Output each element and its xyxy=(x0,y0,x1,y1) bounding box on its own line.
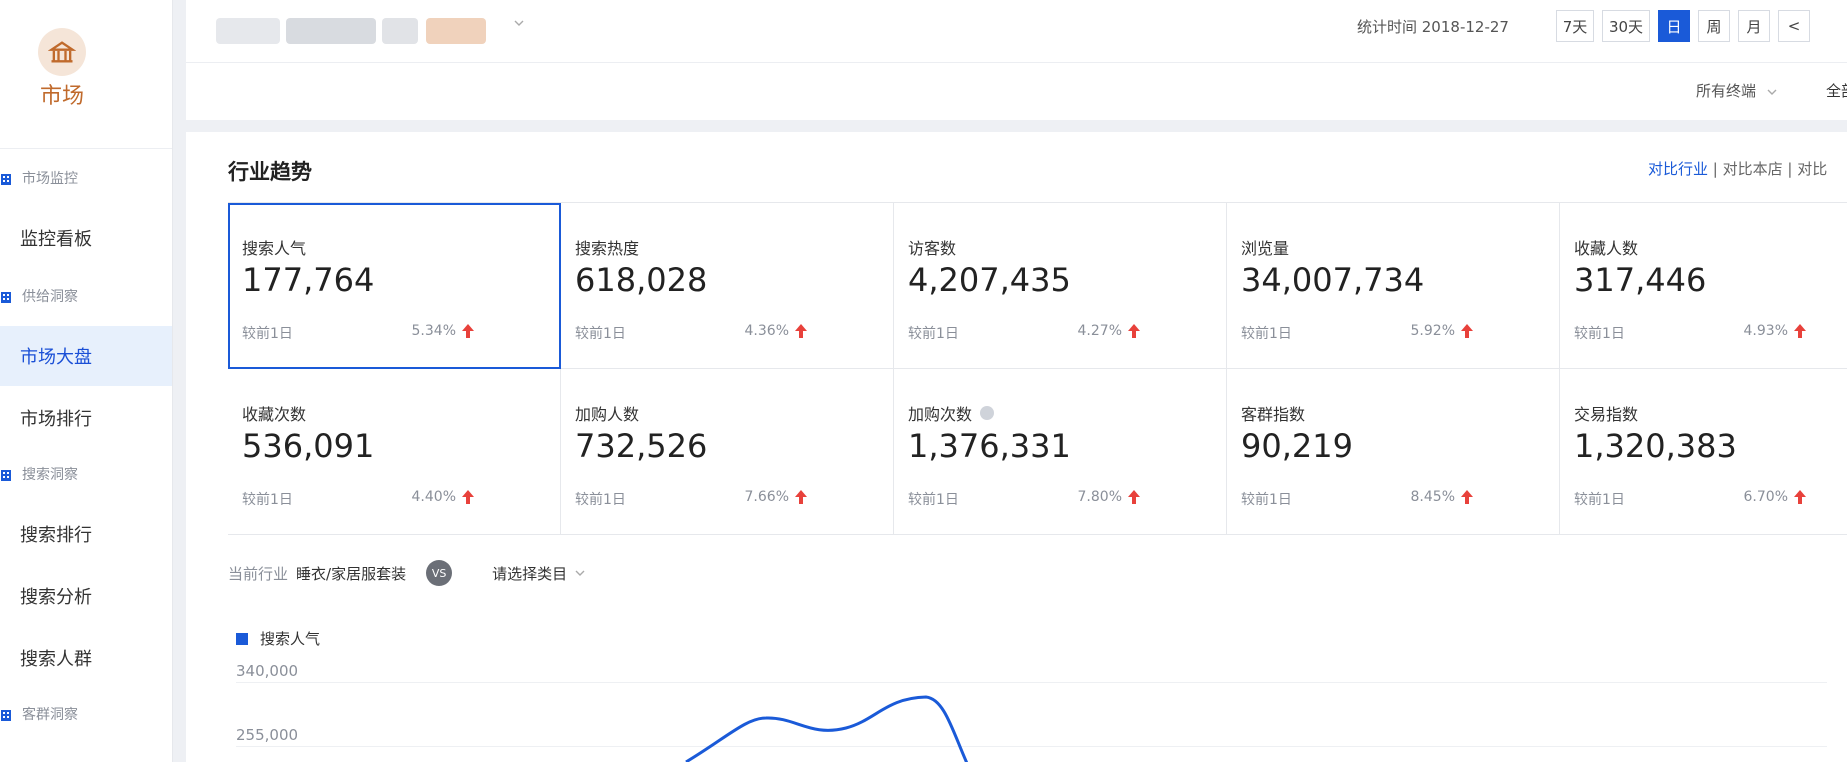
sidebar-section-label: 供给洞察 xyxy=(22,289,78,305)
sidebar-item-label: 监控看板 xyxy=(20,229,92,250)
sidebar-item-search-crowd[interactable]: 搜索人群 xyxy=(0,628,172,688)
sidebar-item-market-overview[interactable]: 市场大盘 xyxy=(0,326,172,386)
terminal-select[interactable]: 所有终端 xyxy=(1696,80,1777,101)
sidebar-item-search-rank[interactable]: 搜索排行 xyxy=(0,504,172,564)
app-title: 市场 xyxy=(39,84,84,109)
range-7d-button[interactable]: 7天 xyxy=(1556,10,1594,42)
range-week-button[interactable]: 周 xyxy=(1698,10,1730,42)
sidebar-item-label: 搜索排行 xyxy=(20,525,92,546)
terminal-select-label: 所有终端 xyxy=(1696,82,1757,100)
shop-selector-blurred[interactable] xyxy=(382,18,418,44)
sidebar-section-label: 搜索洞察 xyxy=(22,467,78,483)
chevron-down-icon xyxy=(1767,89,1777,95)
building-icon xyxy=(1,469,11,481)
sidebar-item-market-rank[interactable]: 市场排行 xyxy=(0,388,172,448)
industry-trend-card: 行业趋势 对比行业 | 对比本店 | 对比 搜索人气 177,764 较前1日 5.3… xyxy=(186,132,1847,762)
sidebar-item-label: 市场排行 xyxy=(20,409,92,430)
building-icon xyxy=(1,709,11,721)
sidebar-section-market-monitor: 市场监控 xyxy=(0,168,78,188)
shop-selector-blurred[interactable] xyxy=(286,18,376,44)
sidebar-item-label: 市场大盘 xyxy=(20,347,92,368)
sidebar: 市场 市场监控 监控看板 供给洞察 市场大盘 市场排行 搜索洞察 搜索排行 搜索… xyxy=(0,0,173,762)
sidebar-item-monitor-board[interactable]: 监控看板 xyxy=(0,208,172,268)
filter-divider xyxy=(186,62,1847,63)
building-icon xyxy=(1,291,11,303)
prev-period-button[interactable]: < xyxy=(1778,10,1810,42)
sidebar-item-label: 搜索分析 xyxy=(20,587,92,608)
range-month-button[interactable]: 月 xyxy=(1738,10,1770,42)
series-line-search-popularity xyxy=(685,695,969,762)
sidebar-section-supply: 供给洞察 xyxy=(0,286,78,306)
market-icon xyxy=(38,28,86,76)
sidebar-section-label: 客群洞察 xyxy=(22,707,78,723)
shop-selector-blurred[interactable] xyxy=(426,18,486,44)
sidebar-item-label: 搜索人群 xyxy=(20,649,92,670)
sidebar-section-customer: 客群洞察 xyxy=(0,704,78,724)
building-icon xyxy=(1,173,11,185)
chevron-down-icon[interactable] xyxy=(514,18,524,28)
all-select[interactable]: 全部 xyxy=(1826,80,1847,101)
sidebar-section-label: 市场监控 xyxy=(22,171,78,187)
sidebar-section-search: 搜索洞察 xyxy=(0,464,78,484)
filter-bar: 统计时间 2018-12-27 7天 30天 日 周 月 < 所有终端 全部 xyxy=(186,0,1847,120)
shop-selector-blurred[interactable] xyxy=(216,18,280,44)
sidebar-divider xyxy=(0,148,172,149)
trend-chart xyxy=(685,695,969,762)
range-30d-button[interactable]: 30天 xyxy=(1602,10,1650,42)
sidebar-item-search-analysis[interactable]: 搜索分析 xyxy=(0,566,172,626)
stat-time: 统计时间 2018-12-27 xyxy=(1357,18,1509,36)
range-day-button[interactable]: 日 xyxy=(1658,10,1690,42)
